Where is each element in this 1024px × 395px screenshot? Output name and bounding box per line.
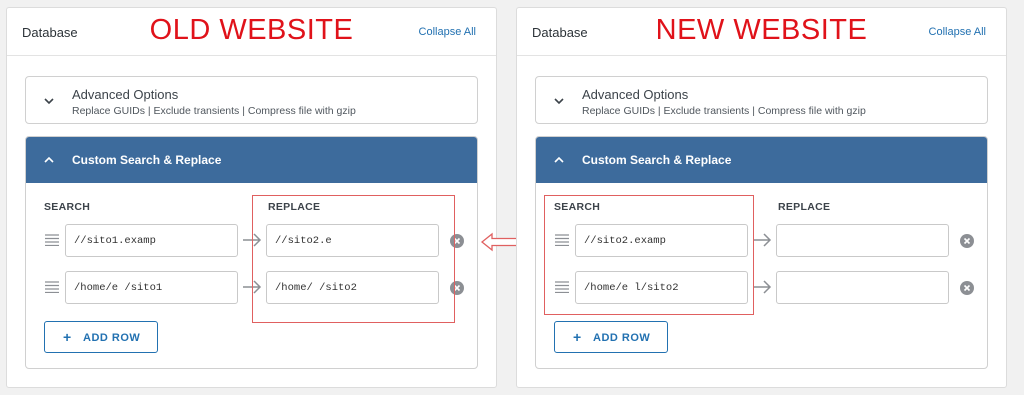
advanced-options-title: Advanced Options xyxy=(72,87,179,102)
custom-search-replace-title: Custom Search & Replace xyxy=(582,153,732,167)
panel-header: Database NEW WEBSITE Collapse All xyxy=(517,8,1006,56)
remove-row-icon[interactable] xyxy=(960,234,974,248)
new-website-panel: Database NEW WEBSITE Collapse All Advanc… xyxy=(516,7,1007,388)
add-row-label: ADD ROW xyxy=(83,332,141,344)
custom-search-replace-header[interactable]: Custom Search & Replace xyxy=(536,137,987,183)
advanced-options-subtitle: Replace GUIDs | Exclude transients | Com… xyxy=(72,105,356,117)
advanced-options-subtitle: Replace GUIDs | Exclude transients | Com… xyxy=(582,105,866,117)
collapse-all-link[interactable]: Collapse All xyxy=(929,26,986,38)
arrow-right-icon xyxy=(753,233,772,247)
advanced-options-accordion[interactable]: Advanced Options Replace GUIDs | Exclude… xyxy=(25,76,478,124)
drag-handle-icon[interactable] xyxy=(45,281,59,293)
add-row-button[interactable]: + ADD ROW xyxy=(554,321,668,353)
chevron-up-icon xyxy=(44,156,54,163)
add-row-button[interactable]: + ADD ROW xyxy=(44,321,158,353)
search-highlight-box xyxy=(544,195,754,315)
advanced-options-accordion[interactable]: Advanced Options Replace GUIDs | Exclude… xyxy=(535,76,988,124)
replace-highlight-box xyxy=(252,195,455,323)
plus-icon: + xyxy=(63,329,72,345)
replace-input[interactable] xyxy=(776,224,949,257)
replace-column-label: REPLACE xyxy=(778,201,831,213)
replace-input[interactable] xyxy=(776,271,949,304)
add-row-label: ADD ROW xyxy=(593,332,651,344)
panel-header: Database OLD WEBSITE Collapse All xyxy=(7,8,496,56)
plus-icon: + xyxy=(573,329,582,345)
arrow-right-icon xyxy=(753,280,772,294)
search-input[interactable]: /home/e /sito1 xyxy=(65,271,238,304)
custom-search-replace-title: Custom Search & Replace xyxy=(72,153,222,167)
chevron-up-icon xyxy=(554,156,564,163)
search-input[interactable]: //sito1.examp xyxy=(65,224,238,257)
drag-handle-icon[interactable] xyxy=(45,234,59,246)
remove-row-icon[interactable] xyxy=(960,281,974,295)
advanced-options-title: Advanced Options xyxy=(582,87,689,102)
chevron-down-icon xyxy=(44,98,54,105)
custom-search-replace-panel: Custom Search & Replace SEARCH REPLACE /… xyxy=(535,136,988,369)
custom-search-replace-panel: Custom Search & Replace SEARCH REPLACE /… xyxy=(25,136,478,369)
old-website-panel: Database OLD WEBSITE Collapse All Advanc… xyxy=(6,7,497,388)
collapse-all-link[interactable]: Collapse All xyxy=(419,26,476,38)
search-column-label: SEARCH xyxy=(44,201,91,213)
chevron-down-icon xyxy=(554,98,564,105)
custom-search-replace-header[interactable]: Custom Search & Replace xyxy=(26,137,477,183)
